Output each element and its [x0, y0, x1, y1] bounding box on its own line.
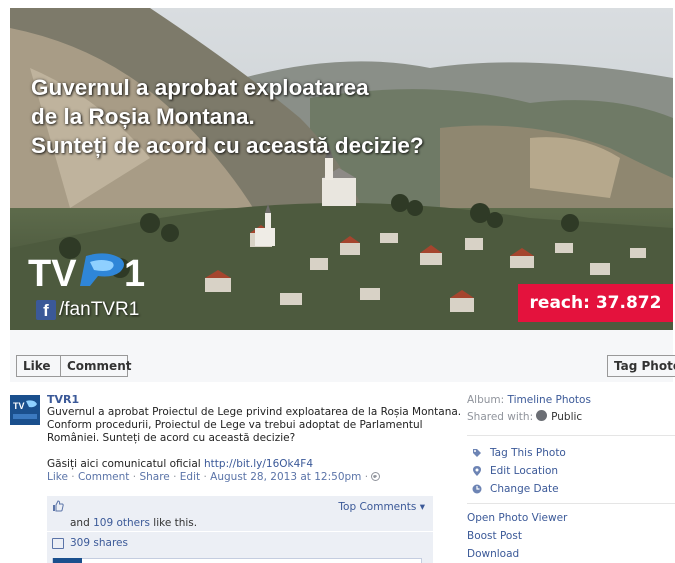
fan-page-label: f /fanTVR1: [36, 297, 139, 323]
top-comments-dropdown[interactable]: Top Comments ▾: [338, 501, 425, 513]
album-label: Album:: [467, 394, 505, 406]
post-date-link[interactable]: August 28, 2013 at 12:50pm: [210, 471, 361, 483]
headline-line: Sunteți de acord cu această decizie?: [31, 133, 424, 158]
official-prefix: Găsiți aici comunicatul oficial: [47, 458, 201, 470]
thumbs-up-icon: [53, 500, 64, 512]
page-avatar-image: TV: [10, 395, 40, 425]
post-text-line: Conform procedurii, Proiectul de Lege va…: [47, 419, 423, 431]
tag-photo-button[interactable]: Tag Photo: [607, 355, 675, 377]
likes-suffix: like this.: [153, 517, 198, 529]
meta-like-link[interactable]: Like: [47, 471, 68, 483]
boost-post-link[interactable]: Boost Post: [467, 527, 675, 545]
globe-icon: [536, 410, 548, 421]
sidebar-divider: [467, 435, 675, 436]
headline-line: de la Roșia Montana.: [31, 104, 255, 129]
facebook-icon: f: [36, 300, 56, 320]
share-icon: [52, 537, 64, 549]
svg-text:TV: TV: [13, 401, 25, 411]
tag-this-photo-action[interactable]: Tag This Photo: [467, 444, 675, 462]
feedback-box: Top Comments ▾ and 109 others like this.…: [47, 496, 433, 563]
commenter-avatar: [53, 558, 82, 563]
svg-text:1: 1: [124, 253, 145, 295]
meta-comment-link[interactable]: Comment: [78, 471, 129, 483]
tvr1-logo-graphic: TV 1: [28, 253, 145, 295]
reach-badge: reach: 37.872: [518, 284, 673, 322]
download-link[interactable]: Download: [467, 545, 675, 563]
likes-prefix: and: [70, 517, 90, 529]
audience-value[interactable]: Public: [551, 411, 582, 423]
meta-separator: ·: [71, 471, 75, 483]
ufi-divider: [47, 531, 433, 532]
shared-with-label: Shared with:: [467, 411, 534, 423]
privacy-icon[interactable]: [371, 472, 381, 481]
headline-line: Guvernul a aprobat exploatarea: [31, 75, 369, 100]
meta-separator: ·: [364, 471, 369, 483]
meta-separator: ·: [173, 471, 177, 483]
album-link[interactable]: Timeline Photos: [508, 394, 591, 406]
photo-headline: Guvernul a aprobat exploatarea de la Roș…: [31, 73, 591, 160]
page-avatar[interactable]: TV: [10, 395, 40, 425]
meta-separator: ·: [132, 471, 137, 483]
sidebar-divider: [467, 503, 675, 504]
post-text: Guvernul a aprobat Proiectul de Lege pri…: [47, 406, 462, 445]
svg-text:TV: TV: [28, 253, 77, 295]
likes-summary: and 109 others like this.: [70, 517, 197, 529]
tag-this-photo-link[interactable]: Tag This Photo: [490, 444, 566, 462]
open-photo-viewer-link[interactable]: Open Photo Viewer: [467, 509, 675, 527]
comment-input[interactable]: [52, 558, 422, 563]
tag-icon: [473, 449, 481, 457]
official-link[interactable]: http://bit.ly/16Ok4F4: [204, 458, 313, 470]
post-text-line: Guvernul a aprobat Proiectul de Lege pri…: [47, 406, 462, 418]
photo-sidebar: Album: Timeline Photos Shared with: Publi…: [467, 392, 675, 563]
tvr1-logo: TV 1: [28, 248, 178, 298]
comment-button[interactable]: Comment: [60, 355, 131, 377]
shares-count: 309 shares: [70, 537, 128, 549]
official-line: Găsiți aici comunicatul oficial http://b…: [47, 458, 442, 471]
meta-share-link[interactable]: Share: [139, 471, 169, 483]
post-photo[interactable]: Guvernul a aprobat exploatarea de la Roș…: [10, 8, 673, 330]
post-text-line: României. Sunteți de acord cu această de…: [47, 432, 296, 444]
photo-action-bar: Like Comment Tag Photo: [10, 330, 675, 382]
post-meta: Like · Comment · Share · Edit · August 2…: [47, 471, 442, 484]
meta-separator: ·: [203, 471, 207, 483]
location-pin-icon: [473, 466, 481, 476]
shared-with-row: Shared with: Public: [467, 409, 675, 426]
album-row: Album: Timeline Photos: [467, 392, 675, 409]
change-date-action[interactable]: Change Date: [467, 480, 675, 498]
edit-location-link[interactable]: Edit Location: [490, 462, 558, 480]
change-date-link[interactable]: Change Date: [490, 480, 559, 498]
likes-others-link[interactable]: 109 others: [93, 517, 150, 529]
clock-icon: [472, 484, 482, 494]
meta-edit-link[interactable]: Edit: [180, 471, 200, 483]
like-button[interactable]: Like: [16, 355, 60, 377]
fan-page-text: /fanTVR1: [59, 299, 140, 320]
shares-row[interactable]: 309 shares: [52, 537, 128, 549]
page-name-link[interactable]: TVR1: [47, 393, 442, 406]
edit-location-action[interactable]: Edit Location: [467, 462, 675, 480]
